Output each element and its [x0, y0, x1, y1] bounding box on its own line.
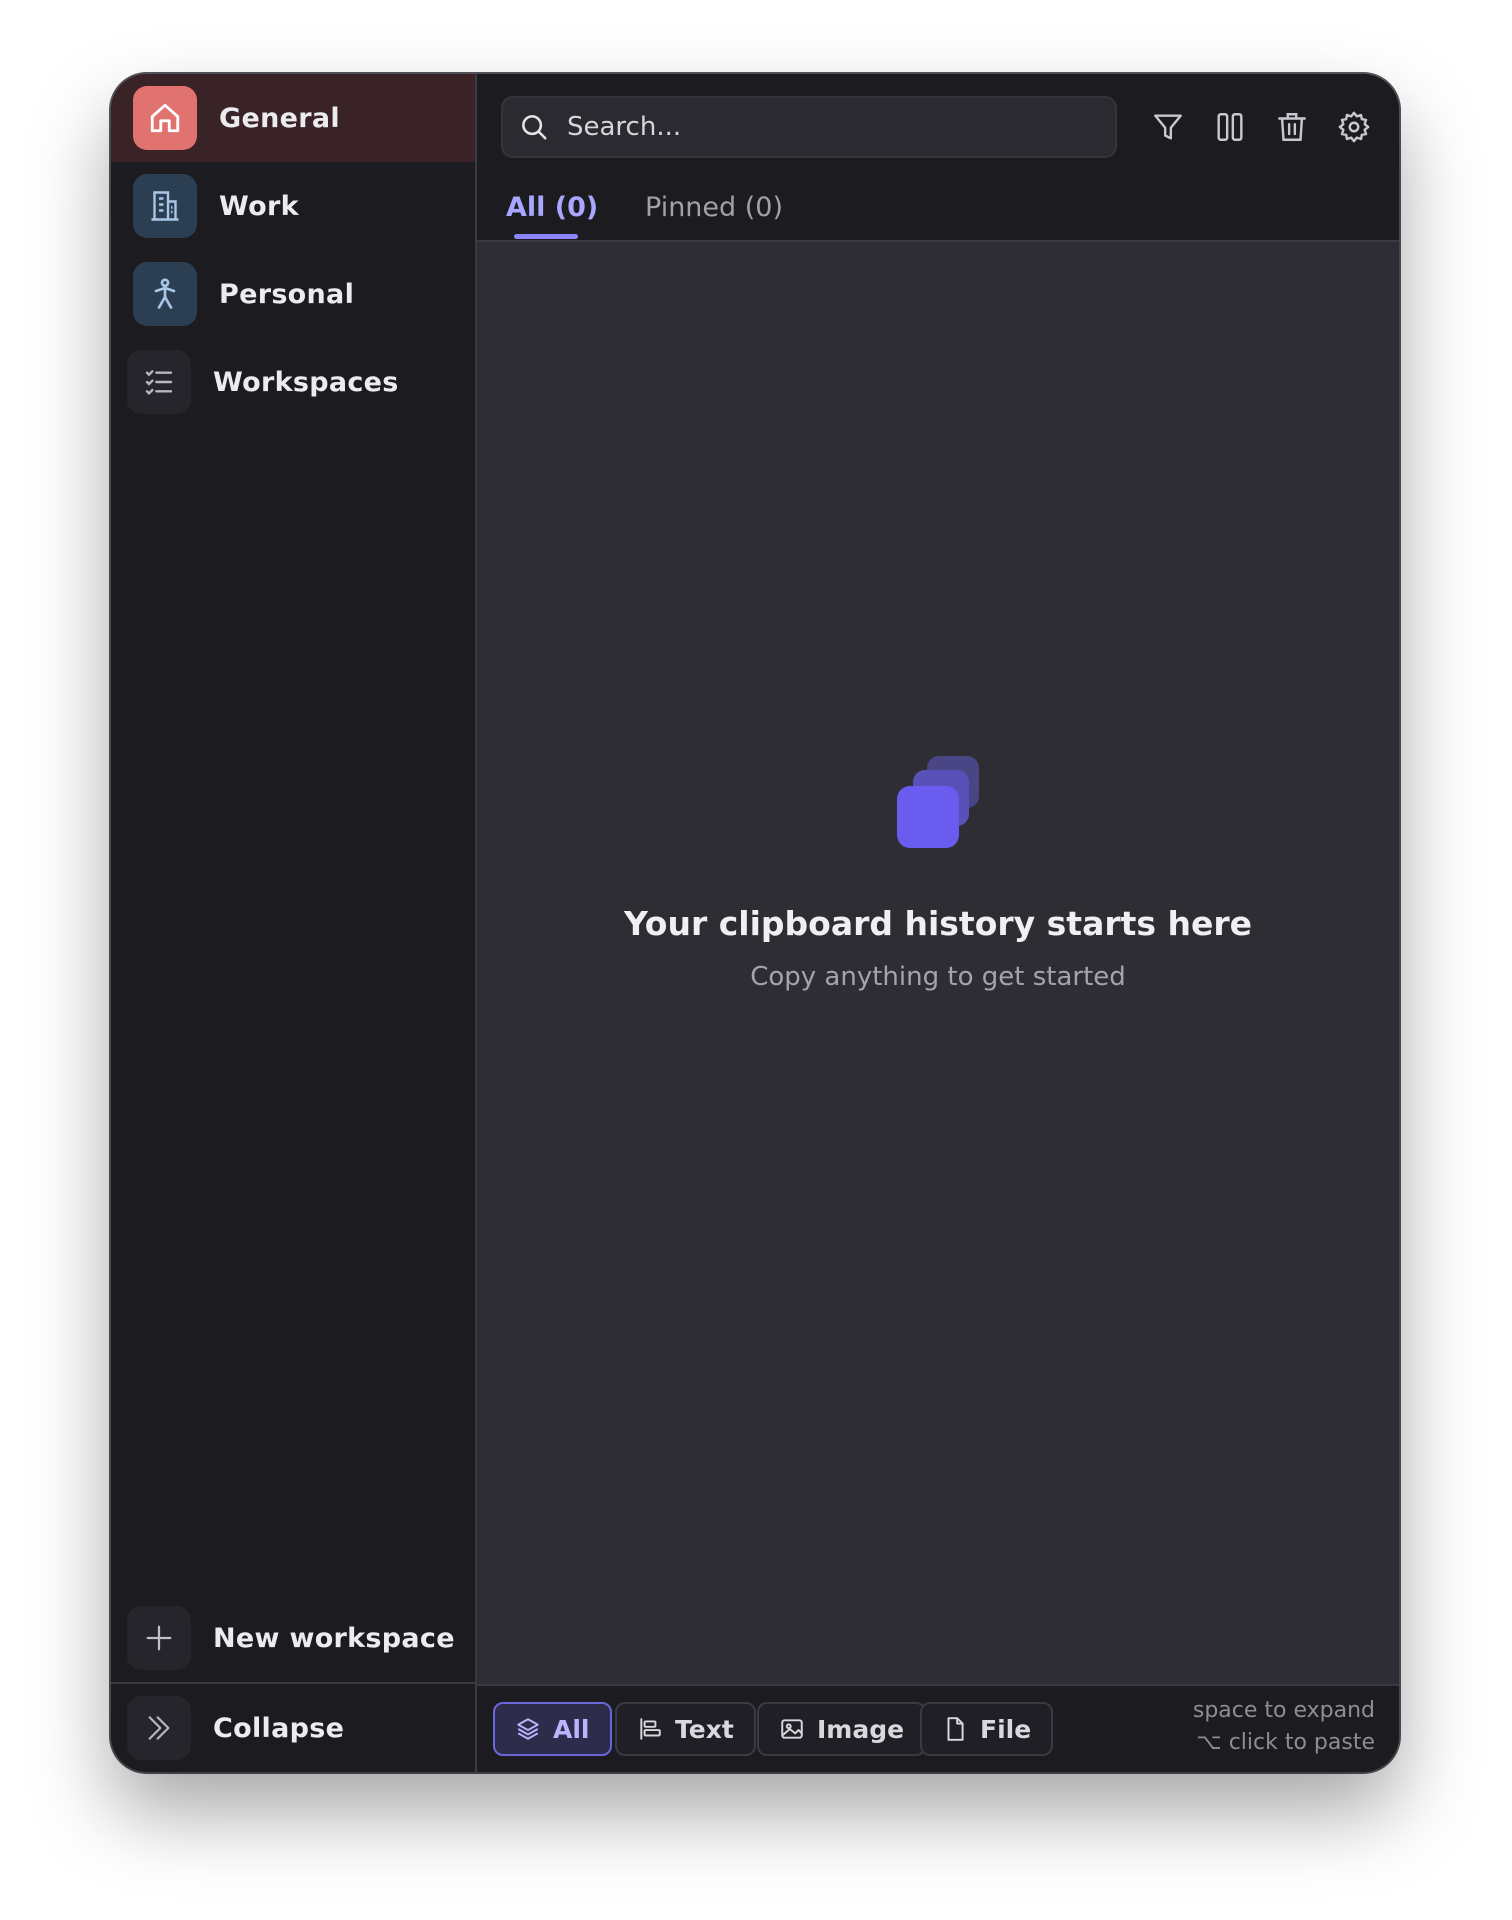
filter-chip-file[interactable]: File — [920, 1702, 1054, 1756]
bottom-bar: All Text Image File space to expand ⌥ cl… — [477, 1684, 1399, 1772]
tab-pinned[interactable]: Pinned (0) — [645, 192, 783, 223]
filter-chip-all[interactable]: All — [493, 1702, 612, 1756]
sidebar-item-personal[interactable]: Personal — [111, 250, 475, 338]
empty-state-subtitle: Copy anything to get started — [750, 962, 1126, 992]
checklist-icon — [127, 350, 191, 414]
sidebar-item-workspaces[interactable]: Workspaces — [111, 338, 475, 426]
hint-paste: ⌥ click to paste — [1196, 1730, 1375, 1755]
filter-chip-label: Text — [675, 1714, 734, 1744]
filter-chip-label: Image — [817, 1714, 905, 1744]
collapse-button[interactable]: Collapse — [111, 1684, 475, 1772]
sidebar: General Work Personal Workspaces New wor — [111, 74, 477, 1772]
app-window: General Work Personal Workspaces New wor — [111, 74, 1399, 1772]
filter-chip-image[interactable]: Image — [757, 1702, 927, 1756]
search-icon — [519, 112, 549, 142]
sidebar-item-general[interactable]: General — [111, 74, 475, 162]
collapse-label: Collapse — [213, 1712, 345, 1744]
new-workspace-button[interactable]: New workspace — [111, 1594, 475, 1682]
filter-chip-text[interactable]: Text — [615, 1702, 756, 1756]
filter-chip-label: All — [553, 1714, 590, 1744]
home-icon — [133, 86, 197, 150]
sidebar-item-label: Personal — [219, 278, 355, 310]
search-box[interactable] — [501, 96, 1117, 158]
filter-icon[interactable] — [1143, 102, 1193, 152]
active-tab-indicator — [514, 234, 578, 239]
sidebar-item-label: Work — [219, 190, 299, 222]
image-icon — [781, 1719, 803, 1739]
empty-state-title: Your clipboard history starts here — [623, 904, 1253, 943]
plus-icon — [127, 1606, 191, 1670]
new-workspace-label: New workspace — [213, 1622, 455, 1654]
tab-all[interactable]: All (0) — [506, 192, 598, 223]
top-bar: All (0) Pinned (0) — [477, 74, 1399, 242]
columns-icon[interactable] — [1205, 102, 1255, 152]
gear-icon[interactable] — [1329, 102, 1379, 152]
hint-expand: space to expand — [1192, 1698, 1375, 1723]
sidebar-item-label: General — [219, 102, 340, 134]
trash-icon[interactable] — [1267, 102, 1317, 152]
main-panel: All (0) Pinned (0) Your clipboard histor… — [477, 74, 1399, 1772]
search-input[interactable] — [565, 111, 1089, 143]
double-chevron-right-icon — [127, 1696, 191, 1760]
layers-icon — [517, 1718, 539, 1740]
file-icon — [947, 1717, 964, 1741]
sidebar-item-work[interactable]: Work — [111, 162, 475, 250]
filter-chip-label: File — [980, 1714, 1032, 1744]
person-icon — [133, 262, 197, 326]
stacked-cards-icon — [893, 752, 983, 852]
text-align-icon — [640, 1718, 661, 1740]
building-icon — [133, 174, 197, 238]
sidebar-item-label: Workspaces — [213, 366, 399, 398]
